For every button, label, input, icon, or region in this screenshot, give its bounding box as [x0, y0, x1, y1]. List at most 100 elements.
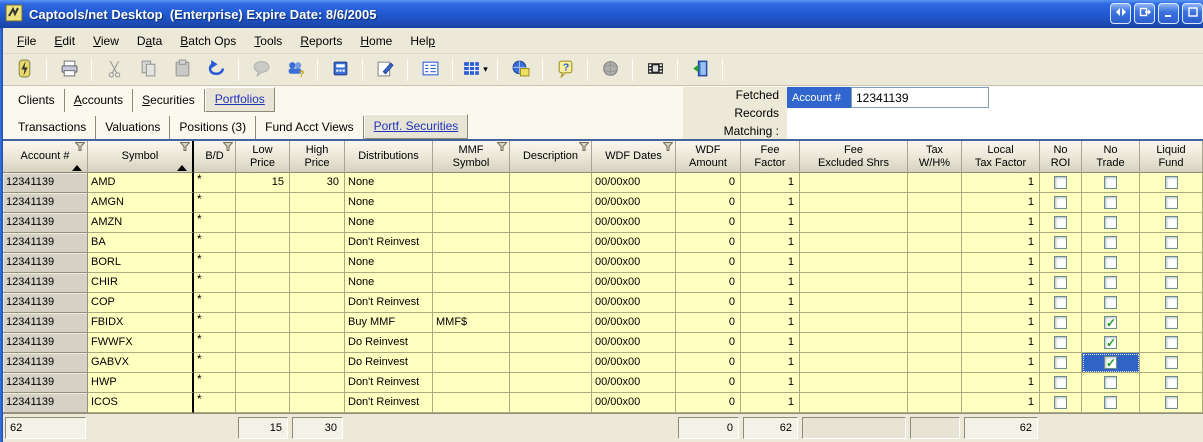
filter-icon[interactable]: [662, 142, 674, 155]
cell-liquid-fund[interactable]: [1140, 333, 1203, 353]
cell-wdf-dates[interactable]: 00/00x00: [592, 213, 676, 233]
liquid-fund-checkbox[interactable]: [1164, 296, 1178, 309]
minimize-button[interactable]: [1158, 3, 1179, 24]
cell-fee-excluded[interactable]: [800, 393, 908, 413]
cell-desc[interactable]: [510, 313, 592, 333]
liquid-fund-checkbox[interactable]: [1164, 356, 1178, 369]
cell-mmf[interactable]: [433, 393, 510, 413]
cell-liquid-fund[interactable]: [1140, 293, 1203, 313]
cell-low[interactable]: [236, 273, 290, 293]
no-trade-checkbox[interactable]: [1104, 276, 1117, 289]
no-trade-checkbox[interactable]: [1104, 296, 1117, 309]
no-trade-checkbox[interactable]: [1104, 396, 1117, 409]
cell-no-trade[interactable]: [1082, 173, 1140, 193]
cell-tax-wh[interactable]: [908, 333, 962, 353]
help-button[interactable]: ?: [552, 57, 578, 83]
cell-low[interactable]: [236, 213, 290, 233]
cell-account[interactable]: 12341139: [3, 173, 88, 193]
tab-accounts[interactable]: Accounts: [65, 89, 134, 112]
tab-positions-3[interactable]: Positions (3): [170, 116, 257, 139]
cell-low[interactable]: 15: [236, 173, 290, 193]
cell-fee-factor[interactable]: 1: [741, 273, 800, 293]
cell-local-tax[interactable]: 1: [962, 193, 1040, 213]
calculator-button[interactable]: [327, 57, 353, 83]
cell-no-roi[interactable]: [1040, 373, 1082, 393]
cell-symbol[interactable]: AMGN: [88, 193, 194, 213]
cell-no-roi[interactable]: [1040, 233, 1082, 253]
cell-low[interactable]: [236, 293, 290, 313]
cell-fee-excluded[interactable]: [800, 373, 908, 393]
no-trade-checkbox[interactable]: [1104, 376, 1117, 389]
liquid-fund-checkbox[interactable]: [1164, 256, 1178, 269]
liquid-fund-checkbox[interactable]: [1164, 316, 1178, 329]
cell-fee-factor[interactable]: 1: [741, 173, 800, 193]
cell-no-roi[interactable]: [1040, 313, 1082, 333]
cell-liquid-fund[interactable]: [1140, 253, 1203, 273]
liquid-fund-checkbox[interactable]: [1164, 216, 1178, 229]
cell-low[interactable]: [236, 313, 290, 333]
cell-wdf-dates[interactable]: 00/00x00: [592, 333, 676, 353]
cell-liquid-fund[interactable]: [1140, 173, 1203, 193]
cell-wdf-dates[interactable]: 00/00x00: [592, 313, 676, 333]
cell-dist[interactable]: Don't Reinvest: [345, 293, 433, 313]
cell-desc[interactable]: [510, 393, 592, 413]
cell-mmf[interactable]: [433, 233, 510, 253]
filter-icon[interactable]: [74, 142, 86, 155]
cell-no-trade[interactable]: [1082, 393, 1140, 413]
cell-no-trade[interactable]: [1082, 313, 1140, 333]
undo-button[interactable]: [203, 57, 229, 83]
cell-fee-factor[interactable]: 1: [741, 293, 800, 313]
cell-tax-wh[interactable]: [908, 233, 962, 253]
cell-desc[interactable]: [510, 273, 592, 293]
cell-tax-wh[interactable]: [908, 353, 962, 373]
cell-no-trade[interactable]: [1082, 373, 1140, 393]
cell-no-roi[interactable]: [1040, 353, 1082, 373]
cell-local-tax[interactable]: 1: [962, 333, 1040, 353]
cell-high[interactable]: [290, 373, 345, 393]
cell-local-tax[interactable]: 1: [962, 253, 1040, 273]
liquid-fund-checkbox[interactable]: [1164, 196, 1178, 209]
cell-no-trade[interactable]: [1082, 293, 1140, 313]
cell-fee-factor[interactable]: 1: [741, 213, 800, 233]
cell-wdf-dates[interactable]: 00/00x00: [592, 233, 676, 253]
cell-wdf-dates[interactable]: 00/00x00: [592, 173, 676, 193]
cell-fee-excluded[interactable]: [800, 233, 908, 253]
no-roi-checkbox[interactable]: [1054, 256, 1067, 269]
cell-fee-excluded[interactable]: [800, 213, 908, 233]
cell-no-roi[interactable]: [1040, 393, 1082, 413]
cell-symbol[interactable]: CHIR: [88, 273, 194, 293]
cell-fee-factor[interactable]: 1: [741, 373, 800, 393]
cell-mmf[interactable]: [433, 173, 510, 193]
cell-symbol[interactable]: ICOS: [88, 393, 194, 413]
cell-account[interactable]: 12341139: [3, 313, 88, 333]
dropdown-arrow-icon[interactable]: ▾: [483, 64, 488, 75]
cell-no-trade[interactable]: [1082, 353, 1140, 373]
column-header-fee-excluded[interactable]: Fee Excluded Shrs: [800, 141, 908, 173]
cell-account[interactable]: 12341139: [3, 273, 88, 293]
cell-wdf-dates[interactable]: 00/00x00: [592, 193, 676, 213]
cell-bd[interactable]: *: [194, 313, 236, 333]
cell-desc[interactable]: [510, 233, 592, 253]
cell-mmf[interactable]: [433, 273, 510, 293]
cell-liquid-fund[interactable]: [1140, 193, 1203, 213]
no-roi-checkbox[interactable]: [1054, 316, 1067, 329]
cell-tax-wh[interactable]: [908, 393, 962, 413]
detach-window-button[interactable]: [1134, 3, 1155, 24]
cell-no-roi[interactable]: [1040, 173, 1082, 193]
cell-dist[interactable]: Don't Reinvest: [345, 373, 433, 393]
filter-icon[interactable]: [496, 142, 508, 155]
cell-account[interactable]: 12341139: [3, 333, 88, 353]
cell-fee-excluded[interactable]: [800, 273, 908, 293]
cell-local-tax[interactable]: 1: [962, 213, 1040, 233]
cell-no-trade[interactable]: [1082, 253, 1140, 273]
cell-low[interactable]: [236, 233, 290, 253]
cell-mmf[interactable]: MMF$: [433, 313, 510, 333]
cell-tax-wh[interactable]: [908, 373, 962, 393]
cell-fee-factor[interactable]: 1: [741, 313, 800, 333]
cell-account[interactable]: 12341139: [3, 393, 88, 413]
no-trade-checkbox[interactable]: [1104, 334, 1117, 352]
cell-symbol[interactable]: BA: [88, 233, 194, 253]
cell-wdf-amount[interactable]: 0: [676, 313, 741, 333]
cell-account[interactable]: 12341139: [3, 213, 88, 233]
cell-liquid-fund[interactable]: [1140, 393, 1203, 413]
